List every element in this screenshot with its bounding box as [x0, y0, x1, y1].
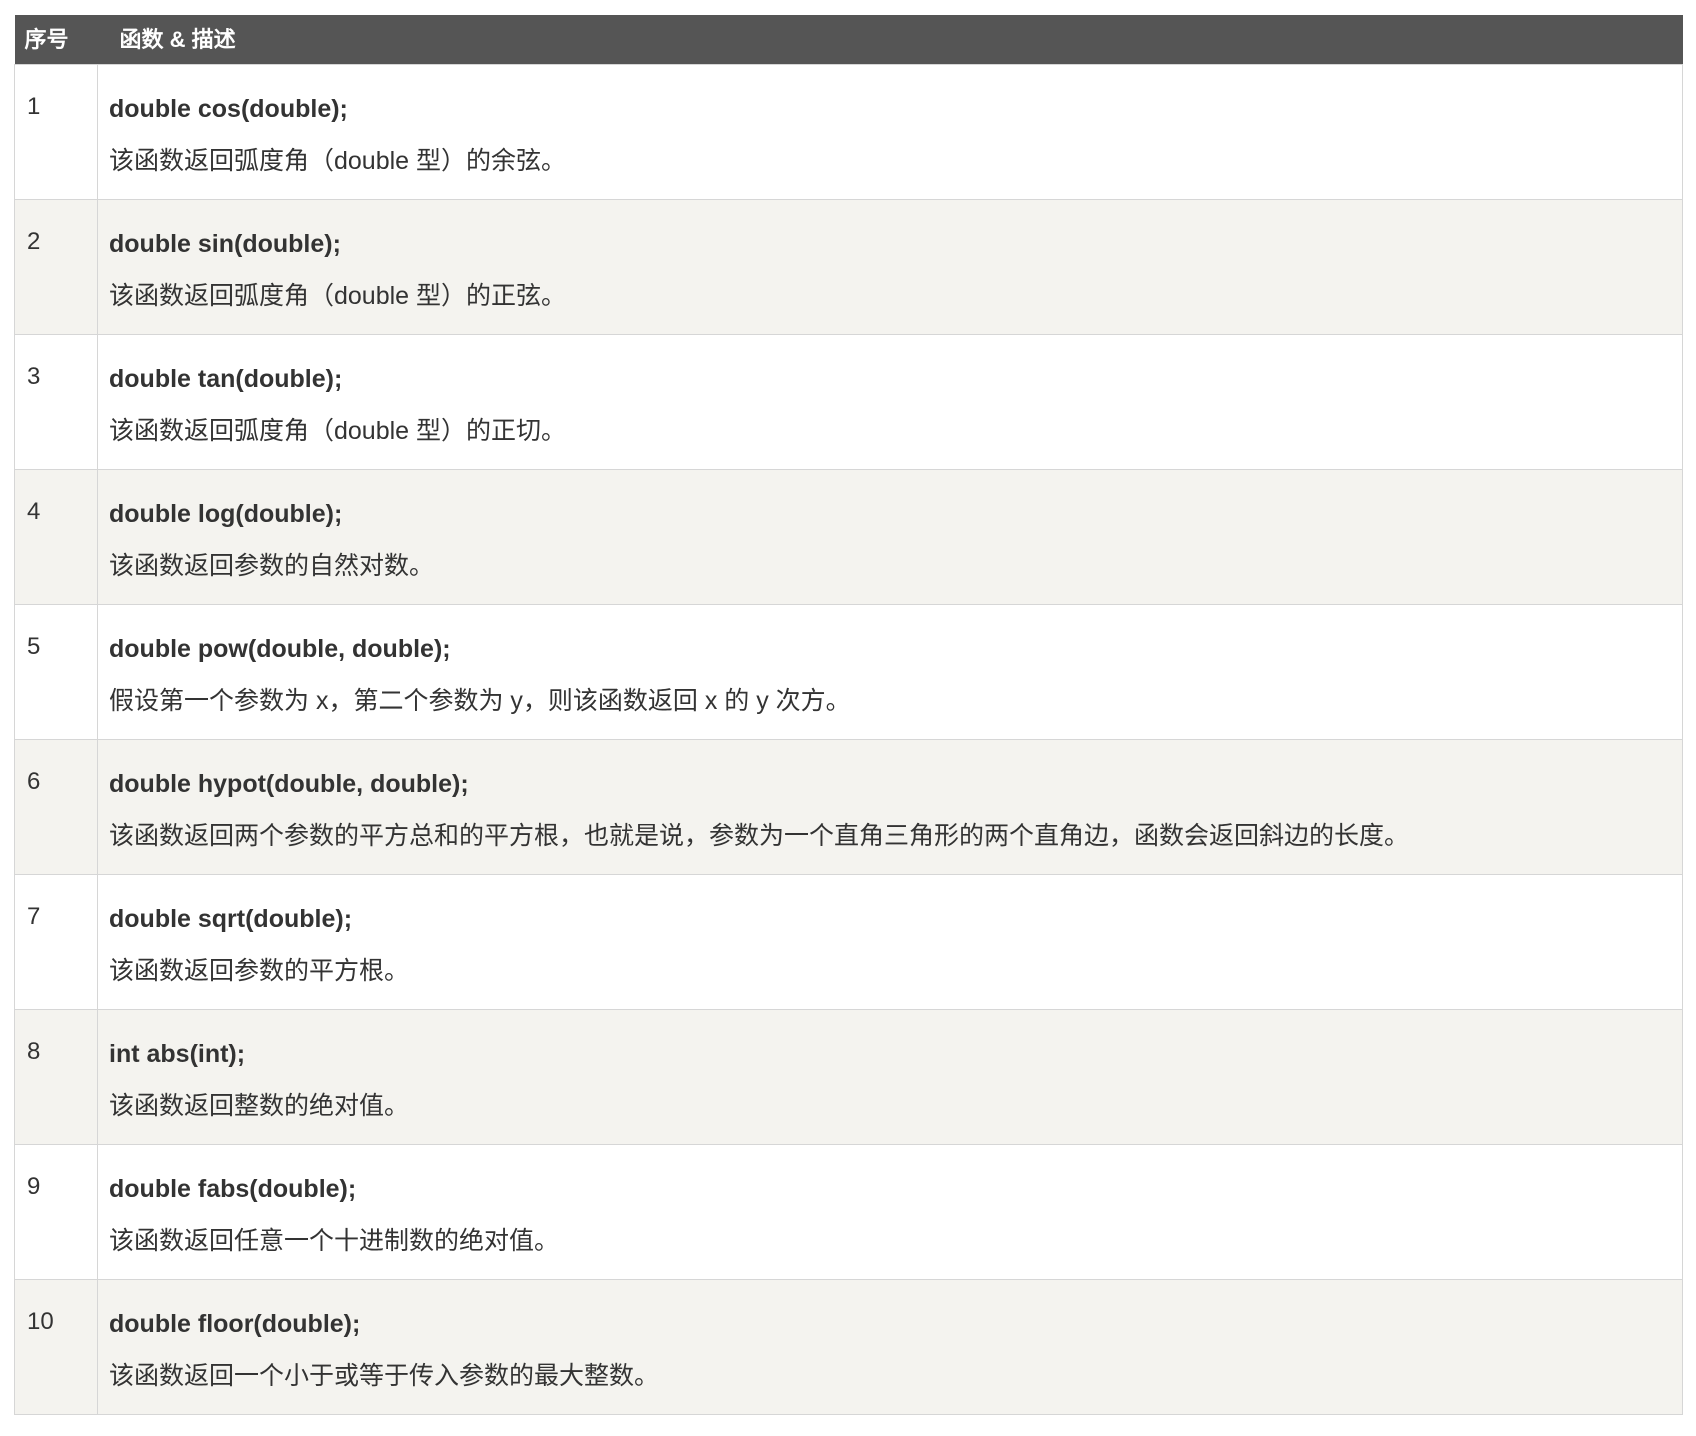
row-number: 7	[14, 874, 98, 1010]
table-row: 8 int abs(int); 该函数返回整数的绝对值。	[14, 1009, 1683, 1145]
row-content: double tan(double); 该函数返回弧度角（double 型）的正…	[97, 334, 1683, 470]
function-description: 该函数返回整数的绝对值。	[109, 1092, 410, 1120]
row-content: double log(double); 该函数返回参数的自然对数。	[97, 469, 1683, 605]
row-number: 5	[14, 604, 98, 740]
row-content: double pow(double, double); 假设第一个参数为 x，第…	[97, 604, 1683, 740]
row-number: 10	[14, 1279, 98, 1415]
row-number: 2	[14, 199, 98, 335]
function-description: 该函数返回两个参数的平方总和的平方根，也就是说，参数为一个直角三角形的两个直角边…	[109, 822, 1410, 850]
row-content: double sqrt(double); 该函数返回参数的平方根。	[97, 874, 1683, 1010]
table-row: 9 double fabs(double); 该函数返回任意一个十进制数的绝对值…	[14, 1144, 1683, 1280]
function-description: 该函数返回参数的平方根。	[109, 957, 410, 985]
table-row: 1 double cos(double); 该函数返回弧度角（double 型）…	[14, 64, 1683, 200]
function-description: 该函数返回弧度角（double 型）的正弦。	[109, 282, 567, 310]
table-body: 1 double cos(double); 该函数返回弧度角（double 型）…	[14, 64, 1683, 1415]
row-number: 3	[14, 334, 98, 470]
function-description: 假设第一个参数为 x，第二个参数为 y，则该函数返回 x 的 y 次方。	[109, 687, 851, 715]
row-number: 4	[14, 469, 98, 605]
function-signature: int abs(int);	[109, 1040, 246, 1068]
function-signature: double sqrt(double);	[109, 905, 353, 933]
header-row: 序号 函数 & 描述	[14, 15, 1683, 65]
table-row: 10 double floor(double); 该函数返回一个小于或等于传入参…	[14, 1279, 1683, 1415]
table-row: 2 double sin(double); 该函数返回弧度角（double 型）…	[14, 199, 1683, 335]
function-signature: double pow(double, double);	[109, 635, 451, 663]
table-row: 3 double tan(double); 该函数返回弧度角（double 型）…	[14, 334, 1683, 470]
math-function-table: 序号 函数 & 描述 1 double cos(double); 该函数返回弧度…	[14, 15, 1683, 1415]
function-description: 该函数返回弧度角（double 型）的正切。	[109, 417, 567, 445]
header-description: 函数 & 描述	[119, 27, 236, 52]
function-table-container: 序号 函数 & 描述 1 double cos(double); 该函数返回弧度…	[14, 15, 1683, 1415]
row-content: double sin(double); 该函数返回弧度角（double 型）的正…	[97, 199, 1683, 335]
row-number: 6	[14, 739, 98, 875]
function-description: 该函数返回参数的自然对数。	[109, 552, 435, 580]
table-row: 6 double hypot(double, double); 该函数返回两个参…	[14, 739, 1683, 875]
function-signature: double tan(double);	[109, 365, 343, 393]
header-index: 序号	[24, 27, 69, 52]
function-signature: double cos(double);	[109, 95, 348, 123]
row-content: double floor(double); 该函数返回一个小于或等于传入参数的最…	[97, 1279, 1683, 1415]
function-signature: double floor(double);	[109, 1310, 361, 1338]
row-content: double fabs(double); 该函数返回任意一个十进制数的绝对值。	[97, 1144, 1683, 1280]
row-content: double cos(double); 该函数返回弧度角（double 型）的余…	[97, 64, 1683, 200]
row-number: 1	[14, 64, 98, 200]
row-content: int abs(int); 该函数返回整数的绝对值。	[97, 1009, 1683, 1145]
function-signature: double hypot(double, double);	[109, 770, 469, 798]
row-number: 9	[14, 1144, 98, 1280]
function-description: 该函数返回任意一个十进制数的绝对值。	[109, 1227, 560, 1255]
table-row: 4 double log(double); 该函数返回参数的自然对数。	[14, 469, 1683, 605]
function-description: 该函数返回弧度角（double 型）的余弦。	[109, 147, 567, 175]
function-signature: double fabs(double);	[109, 1175, 357, 1203]
function-signature: double sin(double);	[109, 230, 341, 258]
table-row: 5 double pow(double, double); 假设第一个参数为 x…	[14, 604, 1683, 740]
function-signature: double log(double);	[109, 500, 343, 528]
row-content: double hypot(double, double); 该函数返回两个参数的…	[97, 739, 1683, 875]
function-description: 该函数返回一个小于或等于传入参数的最大整数。	[109, 1362, 660, 1390]
table-row: 7 double sqrt(double); 该函数返回参数的平方根。	[14, 874, 1683, 1010]
table-header: 序号 函数 & 描述	[14, 15, 1683, 65]
row-number: 8	[14, 1009, 98, 1145]
